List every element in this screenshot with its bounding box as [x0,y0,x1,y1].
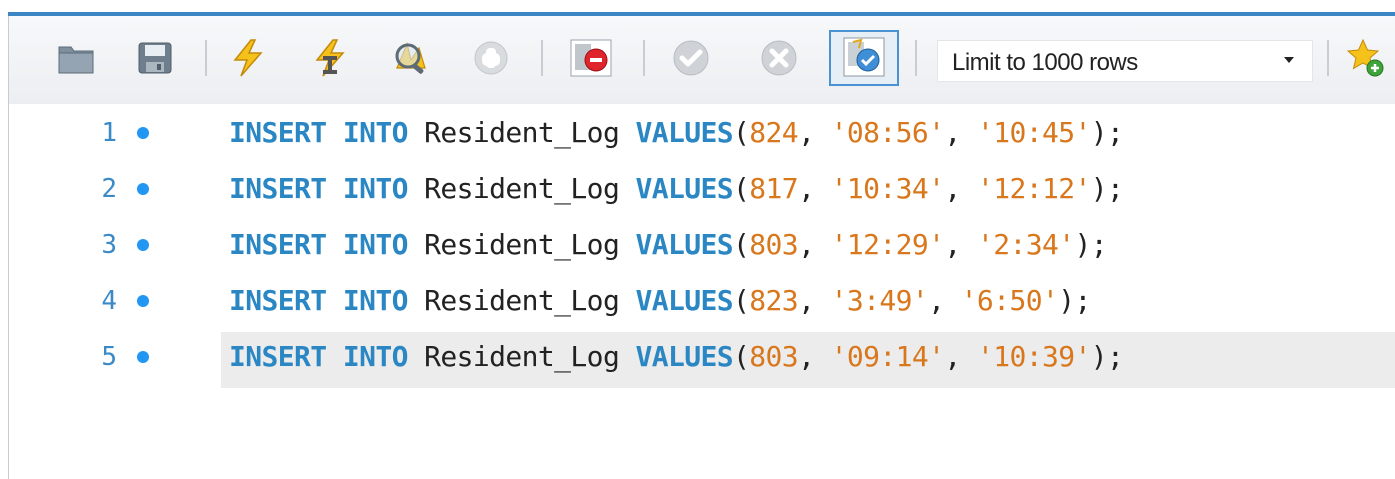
punctuation: , [944,172,961,205]
keyword: VALUES [635,340,734,373]
commit-icon[interactable] [669,38,713,78]
chevron-down-icon[interactable] [1284,57,1294,63]
punctuation: , [798,116,815,149]
line-number: 3 [101,230,117,260]
punctuation: ( [733,340,750,373]
line-number: 4 [101,286,117,316]
toggle-autocommit-icon[interactable] [829,30,899,86]
string-literal: '08:56' [830,116,945,149]
keyword: INSERT [229,228,327,261]
add-snippet-icon[interactable] [1345,38,1385,78]
line-number: 1 [101,118,117,148]
keyword: INTO [342,340,409,373]
toolbar-separator [1327,40,1329,76]
punctuation: , [798,340,815,373]
punctuation: , [944,116,961,149]
sql-editor[interactable]: 1 INSERT INTO Resident_Log VALUES(824, '… [9,104,1395,479]
string-literal: '12:29' [830,228,945,261]
punctuation: , [944,228,961,261]
number-literal: 824 [749,116,799,149]
rollback-icon[interactable] [757,38,801,78]
string-literal: '10:45' [976,116,1091,149]
toolbar-separator [915,40,917,76]
code-line[interactable]: 1 INSERT INTO Resident_Log VALUES(824, '… [9,108,1395,164]
string-literal: '2:34' [976,228,1075,261]
sql-statement[interactable]: INSERT INTO Resident_Log VALUES(824, '08… [229,116,1124,149]
table-name: Resident_Log [424,116,620,149]
punctuation: , [928,284,945,317]
punctuation: ( [733,116,750,149]
keyword: INSERT [229,340,327,373]
punctuation: ); [1074,228,1107,261]
statement-marker-icon [137,183,149,195]
keyword: INSERT [229,284,327,317]
sql-statement[interactable]: INSERT INTO Resident_Log VALUES(803, '12… [229,228,1108,261]
string-literal: '3:49' [830,284,929,317]
punctuation: ); [1058,284,1091,317]
table-name: Resident_Log [424,172,620,205]
stop-icon[interactable] [471,38,511,78]
punctuation: ); [1090,340,1124,373]
number-literal: 823 [749,284,799,317]
save-icon[interactable] [135,38,175,78]
punctuation: , [798,228,815,261]
number-literal: 803 [749,228,799,261]
toolbar-separator [643,40,645,76]
keyword: INTO [342,228,409,261]
keyword: VALUES [635,172,734,205]
toolbar-separator [541,40,543,76]
keyword: INSERT [229,116,327,149]
execute-icon[interactable] [227,38,269,78]
punctuation: , [798,284,815,317]
number-literal: 817 [749,172,799,205]
punctuation: , [944,340,961,373]
toggle-stop-on-error-icon[interactable] [569,38,613,78]
keyword: VALUES [635,228,734,261]
statement-marker-icon [137,127,149,139]
table-name: Resident_Log [424,284,620,317]
toolbar-separator [205,40,207,76]
keyword: VALUES [635,116,734,149]
string-literal: '6:50' [960,284,1059,317]
punctuation: ( [733,284,750,317]
keyword: INSERT [229,172,327,205]
keyword: INTO [342,172,409,205]
explain-icon[interactable] [389,38,433,78]
table-name: Resident_Log [424,340,620,373]
punctuation: ); [1090,172,1124,205]
line-number: 2 [101,174,117,204]
sql-statement[interactable]: INSERT INTO Resident_Log VALUES(817, '10… [229,172,1124,205]
punctuation: , [798,172,815,205]
line-number: 5 [101,342,117,372]
table-name: Resident_Log [424,228,620,261]
code-line-current[interactable]: 5 INSERT INTO Resident_Log VALUES(803, '… [9,332,1395,388]
statement-marker-icon [137,295,149,307]
execute-current-icon[interactable] [309,38,351,78]
keyword: INTO [342,116,409,149]
statement-marker-icon [137,239,149,251]
sql-statement[interactable]: INSERT INTO Resident_Log VALUES(823, '3:… [229,284,1091,317]
code-line[interactable]: 2 INSERT INTO Resident_Log VALUES(817, '… [9,164,1395,220]
string-literal: '10:39' [976,340,1091,373]
limit-rows-label: Limit to 1000 rows [952,49,1138,76]
string-literal: '09:14' [830,340,945,373]
code-line[interactable]: 3 INSERT INTO Resident_Log VALUES(803, '… [9,220,1395,276]
keyword: VALUES [635,284,734,317]
sql-editor-toolbar: Limit to 1000 rows [9,16,1395,104]
number-literal: 803 [749,340,799,373]
open-folder-icon[interactable] [56,38,96,78]
punctuation: ( [733,172,750,205]
string-literal: '10:34' [830,172,945,205]
statement-marker-icon [137,351,149,363]
punctuation: ( [733,228,750,261]
keyword: INTO [342,284,409,317]
punctuation: ); [1090,116,1124,149]
limit-rows-select[interactable]: Limit to 1000 rows [937,40,1313,82]
sql-statement[interactable]: INSERT INTO Resident_Log VALUES(803, '09… [229,340,1124,373]
string-literal: '12:12' [976,172,1091,205]
code-line[interactable]: 4 INSERT INTO Resident_Log VALUES(823, '… [9,276,1395,332]
